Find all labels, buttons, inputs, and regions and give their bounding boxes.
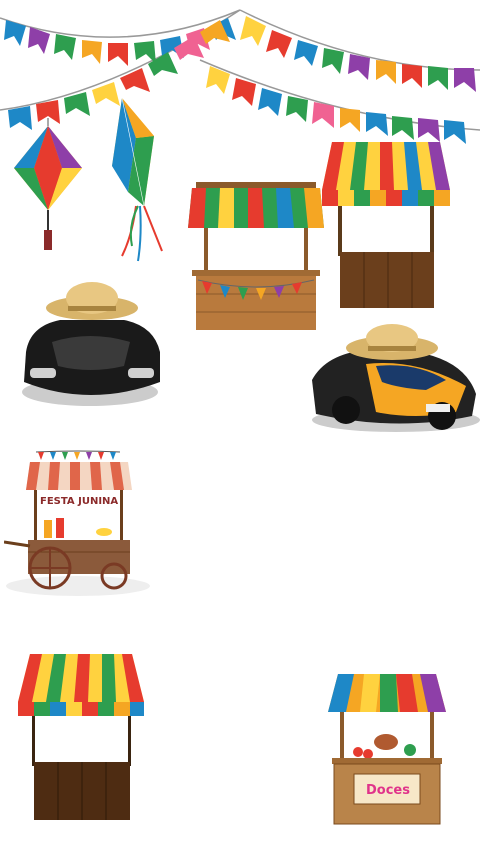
game-scene: FESTA JUNINA Doces (0, 0, 480, 854)
cart-sign: FESTA JUNINA (40, 496, 118, 507)
orange-sports-car-icon[interactable] (306, 324, 480, 434)
market-stall-bottom-left-icon[interactable] (18, 654, 144, 822)
market-stall-center-icon[interactable] (188, 182, 324, 332)
festa-junina-cart-icon[interactable]: FESTA JUNINA (4, 448, 152, 598)
black-sports-car-icon[interactable] (20, 282, 164, 412)
paper-lantern-right-icon[interactable] (92, 96, 172, 266)
paper-lantern-left-icon[interactable] (12, 118, 84, 258)
doces-sign: Doces (366, 783, 410, 798)
market-stall-top-right-icon[interactable] (322, 142, 450, 312)
doces-stall-icon[interactable]: Doces (328, 672, 446, 828)
